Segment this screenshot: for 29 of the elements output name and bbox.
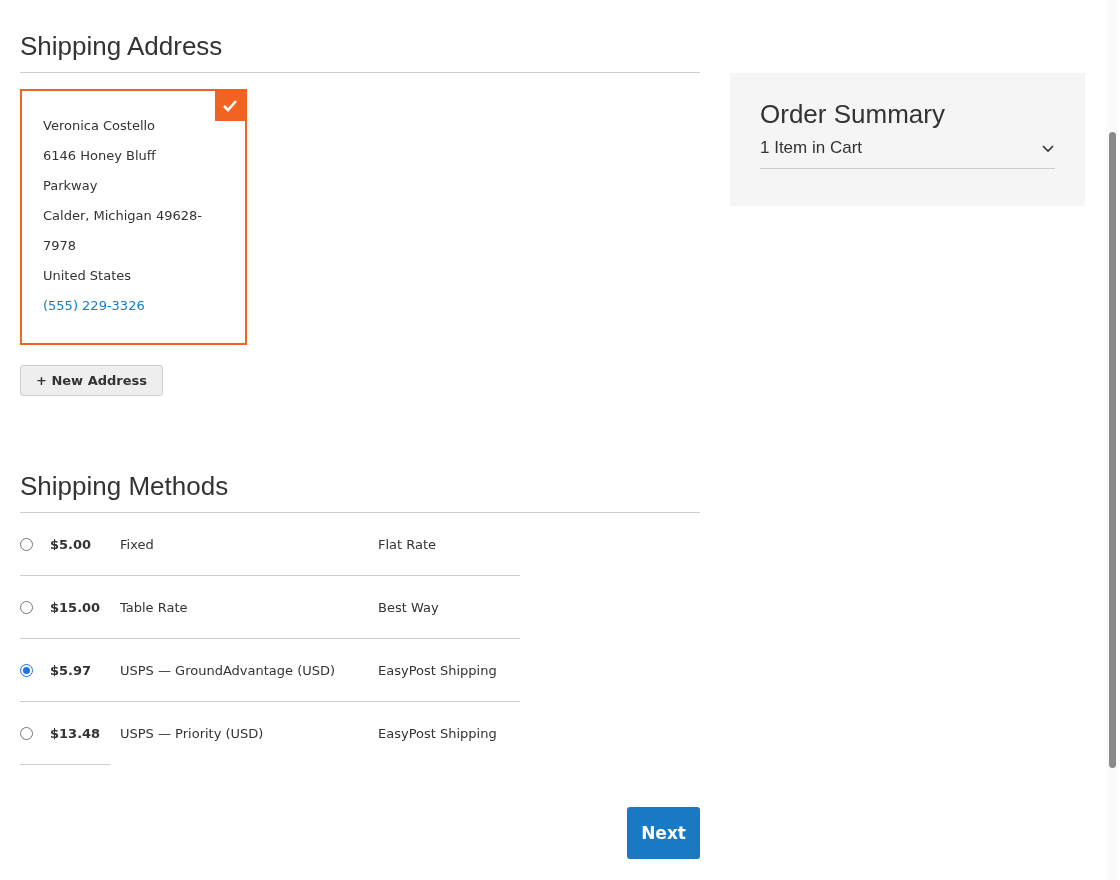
section-heading: Shipping Methods [20,470,700,513]
price-text: $5.00 [50,536,93,552]
method-text: USPS — Priority (USD) [120,725,265,741]
section-heading: Shipping Address [20,30,700,73]
price-text: $5.97 [50,662,93,678]
address-card[interactable]: Veronica Costello 6146 Honey Bluff Parkway Calder, Michigan 49628- 7978 United States (555) 229-3326 [20,89,247,345]
carrier-text: EasyPost Shipping [378,725,498,741]
method-text: USPS — GroundAdvantage (USD) [120,662,337,678]
address-line: 7978 [43,237,78,255]
address-line: 6146 Honey Bluff [43,147,157,165]
address-line: United States [43,267,133,285]
summary-title: Order Summary [760,98,946,130]
new-address-button[interactable]: + New Address [20,365,164,396]
carrier-text: Flat Rate [378,536,438,552]
cart-toggle[interactable]: 1 Item in Cart [760,138,863,158]
phone-link[interactable]: (555) 229-3326 [43,298,145,313]
carrier-text: EasyPost Shipping [378,662,498,678]
address-line: Parkway [43,177,99,195]
method-text: Table Rate [120,599,189,615]
carrier-text: Best Way [378,599,440,615]
next-button[interactable]: Next [627,807,700,859]
address-line: Veronica Costello [43,117,157,135]
chevron-icon[interactable] [1041,143,1055,153]
address-line: Calder, Michigan 49628- [43,207,203,225]
method-text: Fixed [120,536,155,552]
price-text: $15.00 [50,599,102,615]
scrollbar[interactable] [1106,0,1118,880]
price-text: $13.48 [50,725,102,741]
check-icon [215,91,245,121]
